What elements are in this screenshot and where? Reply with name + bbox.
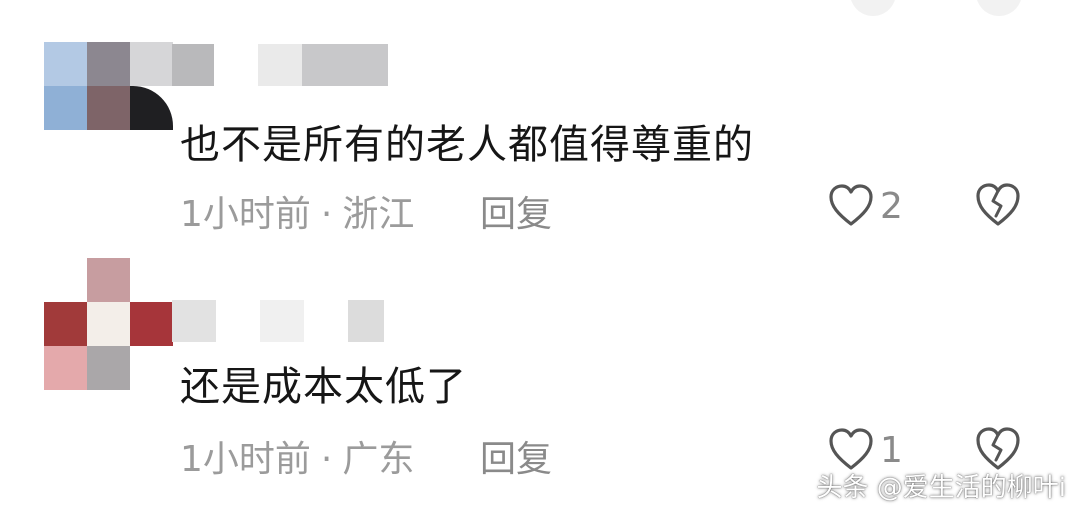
comment-item: 也不是所有的老人都值得尊重的 1小时前 · 浙江 回复 2 bbox=[0, 0, 1080, 250]
username-blurred[interactable] bbox=[172, 300, 392, 342]
username-blurred[interactable] bbox=[172, 44, 388, 86]
reply-button[interactable]: 回复 bbox=[480, 185, 552, 237]
comment-time: 1小时前 bbox=[180, 439, 311, 480]
dislike-button[interactable] bbox=[974, 182, 1022, 230]
broken-heart-icon bbox=[976, 183, 1020, 226]
watermark: 头条 @爱生活的柳叶i bbox=[816, 473, 1067, 503]
meta-separator: · bbox=[320, 194, 333, 235]
comment-text: 还是成本太低了 bbox=[180, 364, 467, 410]
comment-text: 也不是所有的老人都值得尊重的 bbox=[180, 122, 754, 168]
comment-time: 1小时前 bbox=[180, 194, 311, 235]
like-button[interactable]: 2 bbox=[828, 182, 903, 230]
like-count: 1 bbox=[880, 429, 903, 471]
comment-meta: 1小时前 · 浙江 bbox=[180, 185, 414, 237]
comment-meta: 1小时前 · 广东 bbox=[180, 430, 414, 482]
broken-heart-icon bbox=[976, 427, 1020, 470]
avatar[interactable] bbox=[44, 258, 173, 390]
reply-button[interactable]: 回复 bbox=[480, 430, 552, 482]
heart-outline-icon bbox=[829, 428, 873, 470]
heart-outline-icon bbox=[829, 184, 873, 226]
comment-location: 浙江 bbox=[342, 194, 415, 235]
avatar[interactable] bbox=[44, 42, 173, 130]
like-count: 2 bbox=[880, 185, 903, 227]
comment-location: 广东 bbox=[342, 439, 415, 480]
meta-separator: · bbox=[320, 439, 333, 480]
